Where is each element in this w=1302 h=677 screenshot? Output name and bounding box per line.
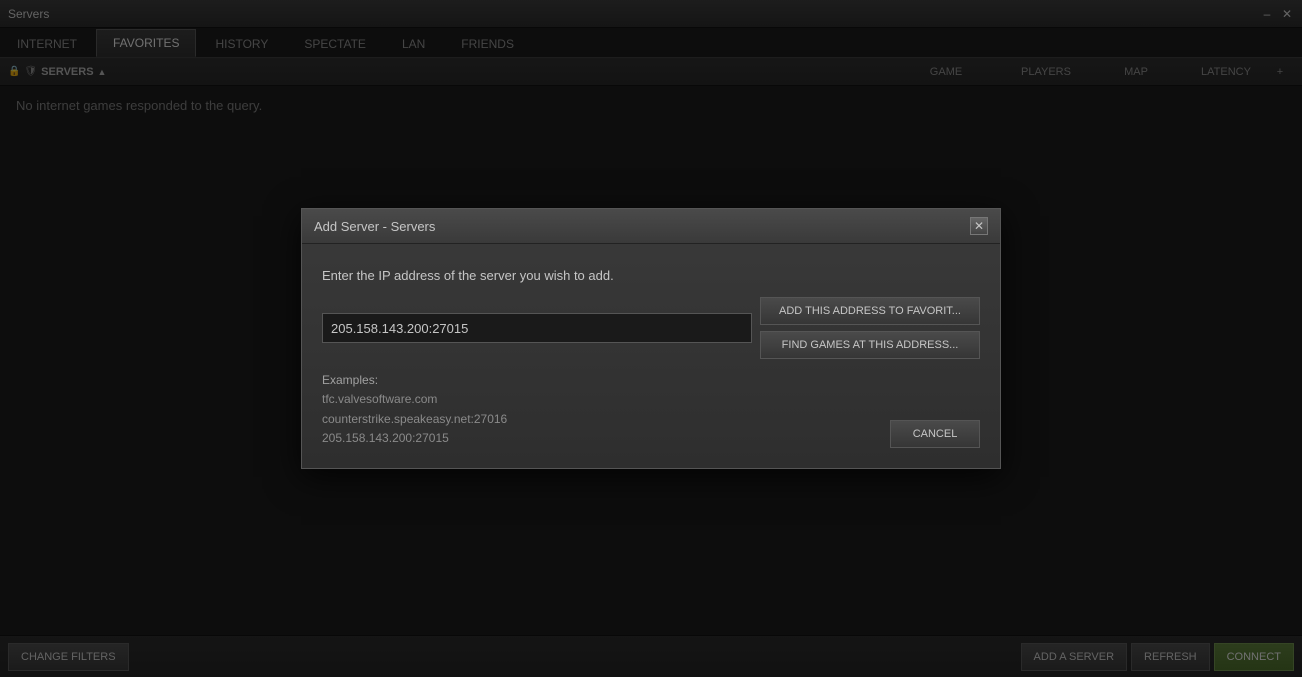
find-games-button[interactable]: FIND GAMES AT THIS ADDRESS...	[760, 331, 980, 359]
examples-section: Examples: tfc.valvesoftware.com counters…	[322, 371, 507, 448]
modal-action-buttons: ADD THIS ADDRESS TO FAVORIT... FIND GAME…	[760, 297, 980, 359]
cancel-button[interactable]: CANCEL	[890, 420, 980, 448]
modal-instruction: Enter the IP address of the server you w…	[322, 268, 980, 283]
modal-input-row: ADD THIS ADDRESS TO FAVORIT... FIND GAME…	[322, 297, 980, 359]
examples-and-cancel-row: Examples: tfc.valvesoftware.com counters…	[322, 371, 980, 448]
example-3: 205.158.143.200:27015	[322, 431, 449, 445]
add-server-modal: Add Server - Servers ✕ Enter the IP addr…	[301, 208, 1001, 469]
modal-title: Add Server - Servers	[314, 219, 435, 234]
modal-close-button[interactable]: ✕	[970, 217, 988, 235]
modal-body: Enter the IP address of the server you w…	[302, 244, 1000, 468]
example-1: tfc.valvesoftware.com	[322, 392, 437, 406]
examples-label: Examples:	[322, 373, 378, 387]
modal-overlay: Add Server - Servers ✕ Enter the IP addr…	[0, 0, 1302, 677]
cancel-section: CANCEL	[890, 420, 980, 448]
ip-address-input[interactable]	[322, 313, 752, 343]
example-2: counterstrike.speakeasy.net:27016	[322, 412, 507, 426]
modal-title-bar: Add Server - Servers ✕	[302, 209, 1000, 244]
add-to-favorites-button[interactable]: ADD THIS ADDRESS TO FAVORIT...	[760, 297, 980, 325]
